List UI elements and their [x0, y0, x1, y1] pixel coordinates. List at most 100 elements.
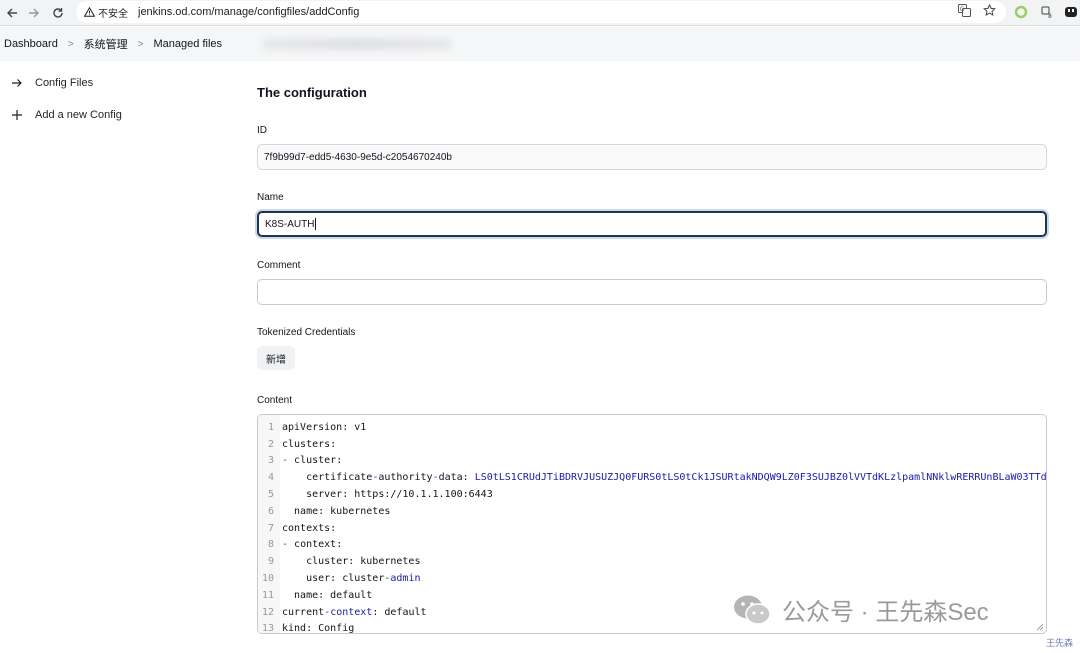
- breadcrumb: Dashboard > 系统管理 > Managed files: [0, 27, 1080, 61]
- url-text[interactable]: jenkins.od.com/manage/configfiles/addCon…: [138, 6, 359, 18]
- code-line: 4 certificate-authority-data: LS0tLS1CRU…: [258, 469, 1047, 486]
- code-token: data:: [438, 472, 475, 484]
- line-number: 9: [267, 556, 274, 568]
- name-label: Name: [257, 192, 284, 203]
- code-token: cluster:: [294, 455, 343, 467]
- breadcrumb-manage[interactable]: 系统管理: [84, 36, 128, 52]
- line-number: 6: [267, 505, 274, 517]
- browser-toolbar: 不安全 jenkins.od.com/manage/configfiles/ad…: [0, 0, 1080, 26]
- code-line: 11 name: default: [258, 587, 372, 604]
- extension-puzzle-icon[interactable]: 8: [1038, 3, 1056, 21]
- code-text: name: default: [278, 590, 372, 601]
- reload-icon[interactable]: [48, 3, 68, 23]
- line-number: 2: [267, 438, 274, 450]
- code-line: 10 user: cluster-admin: [258, 570, 421, 587]
- code-text: clusters:: [278, 439, 336, 450]
- code-token: authority: [378, 472, 433, 484]
- line-number: 3: [267, 455, 274, 467]
- code-token: apiVersion: v1: [282, 421, 367, 433]
- name-value: K8S-AUTH: [265, 218, 315, 230]
- code-token: contexts:: [282, 522, 337, 534]
- line-number: 4: [267, 472, 274, 484]
- id-field[interactable]: 7f9b99d7-edd5-4630-9e5d-c2054670240b: [257, 144, 1047, 170]
- sidebar-item-add-config[interactable]: Add a new Config: [10, 105, 122, 125]
- line-number: 1: [267, 421, 274, 433]
- bookmark-star-icon[interactable]: [983, 3, 996, 22]
- address-bar[interactable]: 不安全 jenkins.od.com/manage/configfiles/ad…: [76, 1, 1006, 23]
- code-text: user: cluster-admin: [278, 573, 421, 585]
- sidebar-item-config-files[interactable]: Config Files: [10, 73, 93, 93]
- code-token: cluster: kubernetes: [282, 556, 421, 568]
- code-token: context:: [294, 539, 343, 551]
- code-token: kind: Config: [282, 623, 355, 634]
- content-label: Content: [257, 395, 293, 406]
- code-token: clusters:: [282, 438, 337, 450]
- code-text: current-context: default: [278, 607, 427, 618]
- arrow-right-icon: [10, 76, 24, 90]
- code-token: certificate: [282, 472, 373, 484]
- breadcrumb-dashboard[interactable]: Dashboard: [4, 38, 58, 50]
- code-text: contexts:: [278, 523, 336, 534]
- code-token: server: https://10.1.1.100:6443: [282, 489, 493, 501]
- id-label: ID: [257, 125, 267, 136]
- code-text: kind: Config: [278, 623, 355, 634]
- line-number: 7: [267, 522, 274, 534]
- code-token: LS0tLS1CRUdJTiBDRVJUSUZJQ0FURS0tLS0tCk1J…: [474, 472, 1047, 484]
- svg-text:G: G: [960, 6, 965, 13]
- warning-icon: [84, 7, 95, 17]
- id-value: 7f9b99d7-edd5-4630-9e5d-c2054670240b: [264, 151, 452, 163]
- code-text: - context:: [278, 539, 342, 550]
- forward-icon[interactable]: [24, 3, 44, 23]
- translate-icon[interactable]: G: [958, 4, 971, 22]
- code-token: -: [282, 539, 295, 551]
- code-text: cluster: kubernetes: [278, 556, 420, 567]
- code-line: 1 apiVersion: v1: [258, 419, 366, 436]
- code-token: : default: [372, 606, 427, 618]
- code-line: 6 name: kubernetes: [258, 503, 390, 520]
- security-indicator[interactable]: 不安全: [84, 5, 128, 20]
- watermark-small-text: 王先森: [1046, 638, 1074, 648]
- code-text: name: kubernetes: [278, 506, 390, 517]
- security-label: 不安全: [98, 8, 128, 20]
- code-token: context: [330, 606, 373, 618]
- code-token: user: cluster: [282, 573, 385, 585]
- code-line: 13 kind: Config: [258, 621, 355, 634]
- resize-handle-icon[interactable]: [1036, 623, 1044, 631]
- code-text: - cluster:: [278, 455, 342, 466]
- code-token: current: [282, 606, 325, 618]
- name-field[interactable]: K8S-AUTH: [257, 211, 1047, 237]
- sidebar-item-label: Add a new Config: [35, 109, 122, 121]
- chevron-right-icon: >: [67, 38, 74, 50]
- redacted-region: [262, 38, 453, 50]
- code-token: -: [282, 455, 295, 467]
- tokenized-credentials-label: Tokenized Credentials: [257, 327, 356, 338]
- line-number: 12: [261, 606, 274, 618]
- code-line: 9 cluster: kubernetes: [258, 553, 421, 570]
- code-token: name: default: [282, 589, 373, 601]
- line-number: 13: [261, 623, 274, 634]
- code-text: certificate-authority-data: LS0tLS1CRUdJ…: [278, 472, 1047, 484]
- chevron-right-icon: >: [137, 38, 144, 50]
- code-text: server: https://10.1.1.100:6443: [278, 489, 493, 500]
- watermark-text: 公众号 · 王先森Sec: [782, 599, 989, 626]
- wechat-logo-icon: [734, 595, 771, 625]
- profile-icon[interactable]: [1062, 3, 1080, 21]
- code-line: 7 contexts:: [258, 520, 336, 537]
- plus-icon: [10, 108, 24, 122]
- extension-circle-icon[interactable]: [1012, 3, 1030, 21]
- svg-text:8: 8: [1048, 13, 1052, 19]
- line-number: 5: [267, 489, 274, 501]
- line-number: 11: [261, 589, 274, 601]
- sidebar-item-label: Config Files: [35, 77, 94, 89]
- line-number: 8: [267, 539, 274, 551]
- line-number: 10: [261, 573, 274, 585]
- back-icon[interactable]: [2, 3, 22, 23]
- breadcrumb-managed-files[interactable]: Managed files: [154, 38, 223, 50]
- code-line: 8- context:: [258, 537, 342, 554]
- watermark: 公众号 · 王先森Sec: [732, 592, 989, 627]
- add-credential-button[interactable]: 新增: [257, 346, 295, 370]
- comment-field[interactable]: [257, 279, 1047, 305]
- code-line: 12 current-context: default: [258, 604, 427, 621]
- code-token: admin: [390, 573, 421, 585]
- code-line: 3- cluster:: [258, 453, 342, 470]
